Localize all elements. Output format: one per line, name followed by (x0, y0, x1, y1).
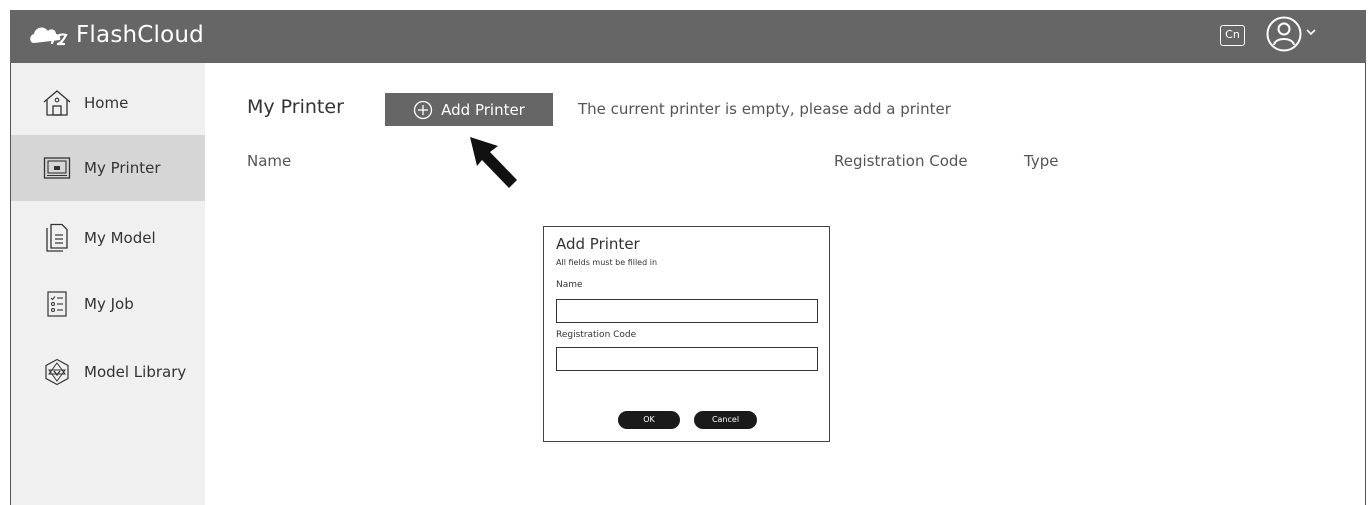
pointer-arrow-icon (470, 137, 517, 188)
name-field[interactable] (556, 299, 818, 323)
add-printer-label: Add Printer (441, 100, 525, 119)
frame-border-right (1365, 63, 1366, 505)
page-title: My Printer (247, 96, 344, 118)
logo[interactable]: FlashCloud (28, 22, 204, 48)
model-library-icon (42, 357, 72, 387)
column-header-name: Name (247, 152, 292, 170)
top-bar: FlashCloud Cn (10, 10, 1366, 63)
user-avatar-icon[interactable] (1266, 16, 1302, 52)
document-icon (42, 223, 72, 253)
sidebar-item-label: My Model (84, 229, 156, 247)
sidebar-item-my-model[interactable]: My Model (11, 205, 205, 271)
add-printer-button[interactable]: Add Printer (385, 93, 553, 126)
cancel-button[interactable]: Cancel (694, 411, 757, 429)
ok-button[interactable]: OK (618, 411, 680, 429)
printer-icon (42, 153, 72, 183)
sidebar-item-home[interactable]: Home (11, 70, 205, 136)
sidebar: Home My Printer My Model My Job Model Li… (11, 63, 205, 505)
column-header-registration-code: Registration Code (834, 152, 968, 170)
sidebar-item-my-printer[interactable]: My Printer (11, 135, 205, 201)
sidebar-item-label: Model Library (84, 363, 187, 381)
sidebar-item-label: Home (84, 94, 129, 112)
registration-code-field[interactable] (556, 347, 818, 371)
dialog-title: Add Printer (556, 235, 640, 253)
name-label: Name (556, 280, 583, 290)
add-printer-dialog: Add Printer All fields must be filled in… (543, 226, 830, 442)
chevron-down-icon[interactable] (1306, 28, 1316, 36)
app-title: FlashCloud (76, 22, 204, 48)
sidebar-item-label: My Job (84, 295, 134, 313)
dialog-subtitle: All fields must be filled in (556, 258, 658, 267)
registration-code-label: Registration Code (556, 330, 637, 340)
home-icon (42, 88, 72, 118)
column-header-type: Type (1024, 152, 1059, 170)
checklist-icon (42, 289, 72, 319)
sidebar-item-model-library[interactable]: Model Library (11, 339, 205, 405)
empty-printer-message: The current printer is empty, please add… (578, 100, 951, 118)
plus-circle-icon (413, 100, 433, 119)
language-toggle-button[interactable]: Cn (1220, 25, 1245, 46)
sidebar-item-my-job[interactable]: My Job (11, 271, 205, 337)
cloud-logo-icon (30, 27, 68, 46)
sidebar-item-label: My Printer (84, 159, 161, 177)
